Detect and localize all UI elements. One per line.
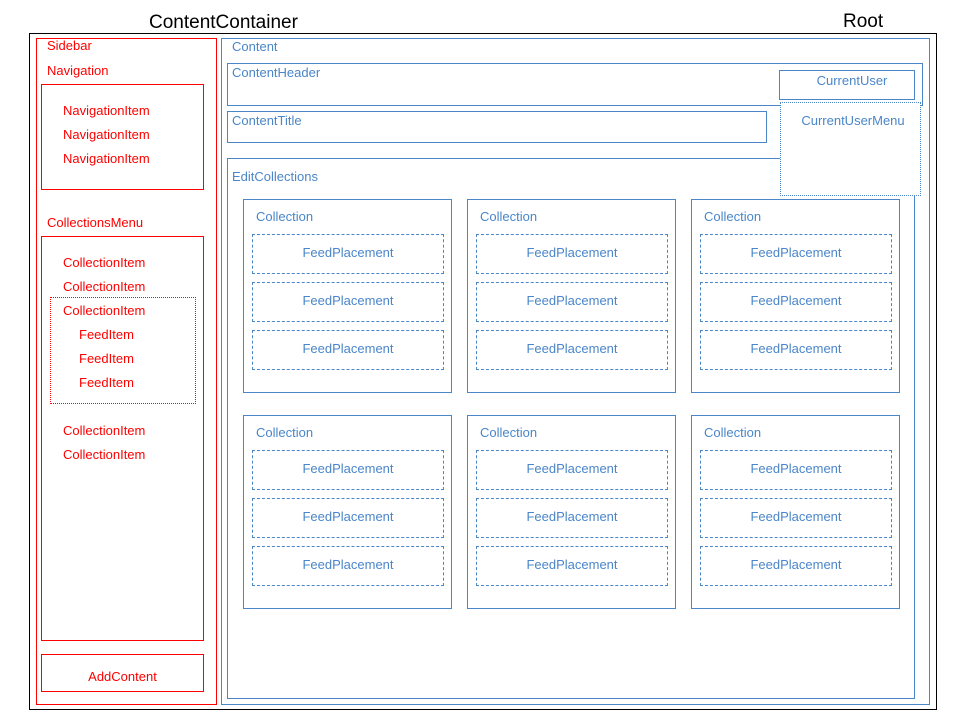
feed-placement-label: FeedPlacement (526, 341, 618, 356)
feed-placement-label: FeedPlacement (750, 341, 842, 356)
feed-placement-label: FeedPlacement (526, 557, 618, 572)
feed-placement-label: FeedPlacement (526, 509, 618, 524)
content-container-title: ContentContainer (149, 12, 298, 33)
collection-item: CollectionItem (63, 255, 146, 270)
collection-item: CollectionItem (63, 447, 146, 462)
navigation-item: NavigationItem (63, 151, 150, 166)
feed-placement-label: FeedPlacement (526, 245, 618, 260)
feed-placement-label: FeedPlacement (750, 293, 842, 308)
current-user-menu-label: CurrentUserMenu (801, 113, 905, 128)
collections-menu-label: CollectionsMenu (47, 215, 144, 230)
collection-label: Collection (704, 425, 762, 440)
collection-label: Collection (480, 209, 538, 224)
navigation-item: NavigationItem (63, 127, 150, 142)
feed-placement-label: FeedPlacement (526, 461, 618, 476)
collection-label: Collection (256, 209, 314, 224)
root-title: Root (843, 11, 884, 32)
feed-item: FeedItem (79, 351, 134, 366)
feed-placement-label: FeedPlacement (302, 293, 394, 308)
content-label: Content (232, 39, 278, 54)
collection-label: Collection (480, 425, 538, 440)
current-user-label: CurrentUser (816, 73, 888, 88)
feed-placement-label: FeedPlacement (302, 461, 394, 476)
feed-placement-label: FeedPlacement (750, 509, 842, 524)
collection-label: Collection (704, 209, 762, 224)
content-title-box (227, 111, 767, 143)
feed-placement-label: FeedPlacement (302, 557, 394, 572)
feed-item: FeedItem (79, 375, 134, 390)
feed-placement-label: FeedPlacement (302, 509, 394, 524)
collection-item: CollectionItem (63, 423, 146, 438)
collection-item: CollectionItem (63, 303, 146, 318)
feed-placement-label: FeedPlacement (750, 557, 842, 572)
sidebar-label: Sidebar (47, 38, 92, 53)
add-content-label: AddContent (88, 669, 157, 684)
feed-placement-label: FeedPlacement (302, 341, 394, 356)
collection-item: CollectionItem (63, 279, 146, 294)
feed-placement-label: FeedPlacement (302, 245, 394, 260)
content-title-label: ContentTitle (232, 113, 302, 128)
feed-placement-label: FeedPlacement (526, 293, 618, 308)
content-header-label: ContentHeader (232, 65, 321, 80)
collection-label: Collection (256, 425, 314, 440)
feed-placement-label: FeedPlacement (750, 461, 842, 476)
feed-item: FeedItem (79, 327, 134, 342)
edit-collections-label: EditCollections (232, 169, 318, 184)
navigation-item: NavigationItem (63, 103, 150, 118)
feed-placement-label: FeedPlacement (750, 245, 842, 260)
navigation-label: Navigation (47, 63, 109, 78)
